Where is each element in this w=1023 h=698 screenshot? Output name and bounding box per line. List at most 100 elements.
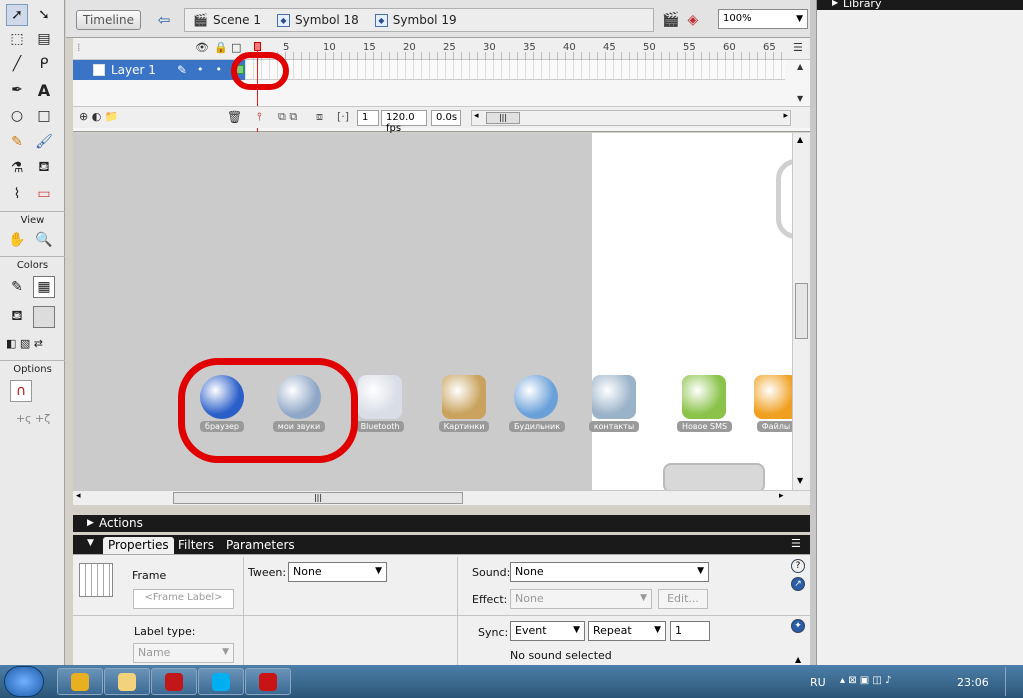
- tab-parameters[interactable]: Parameters: [221, 537, 300, 554]
- panel-splitter[interactable]: [73, 505, 810, 515]
- app-icon-item[interactable]: Новое SMS: [677, 375, 733, 432]
- line-tool-icon[interactable]: ╱: [6, 53, 28, 75]
- accessibility-icon[interactable]: ✦: [791, 619, 805, 633]
- panel-menu-icon[interactable]: ☰: [791, 537, 801, 550]
- oval-tool-icon[interactable]: ○: [6, 105, 28, 127]
- smooth-straighten-icons[interactable]: +ς +ζ: [6, 407, 60, 429]
- clock[interactable]: 23:06: [957, 676, 989, 689]
- stage-vscroll[interactable]: ▲ ▼: [792, 133, 810, 490]
- add-layer-icons[interactable]: ⊕ ◐ 📁: [79, 110, 119, 123]
- stage-canvas[interactable]: [592, 133, 792, 490]
- library-panel-header[interactable]: ▶ Library: [817, 0, 1023, 10]
- chevron-right-icon[interactable]: ▸: [779, 491, 784, 501]
- trash-icon[interactable]: 🗑: [227, 110, 242, 124]
- repeat-select[interactable]: Repeat ▼: [588, 621, 666, 641]
- pencil-tool-icon[interactable]: ✎: [6, 131, 28, 153]
- subselection-tool-icon[interactable]: ➘: [33, 4, 55, 26]
- stage-hscroll[interactable]: ◂ ||| ▸: [73, 490, 810, 505]
- edit-in-place-icon[interactable]: ↗: [791, 577, 805, 591]
- color-swap-icons[interactable]: ◧ ▧ ⇄: [6, 332, 60, 354]
- snap-magnet-icon[interactable]: ∩: [10, 380, 32, 402]
- timeline-vscroll[interactable]: ▲ ▼: [793, 60, 810, 106]
- breadcrumb-symbol[interactable]: ◆ Symbol 18: [269, 13, 367, 27]
- breadcrumb-symbol[interactable]: ◆ Symbol 19: [367, 13, 465, 27]
- tray-icons[interactable]: ▴ ⊠ ▣ ◫ ♪: [840, 675, 891, 686]
- app-icon-item[interactable]: Картинки: [437, 375, 491, 432]
- selection-tool-icon[interactable]: ➚: [6, 4, 28, 26]
- taskbar-app-skype[interactable]: [198, 668, 244, 695]
- stroke-color-icon[interactable]: ✎: [6, 276, 28, 298]
- eyedropper-tool-icon[interactable]: ⌇: [6, 183, 28, 205]
- app-icon-item[interactable]: Будильник: [509, 375, 566, 432]
- timeline-toggle-button[interactable]: Timeline: [76, 10, 141, 30]
- chevron-down-icon[interactable]: ▼: [87, 538, 94, 548]
- chevron-left-icon[interactable]: ◂: [474, 111, 479, 121]
- edit-button[interactable]: Edit...: [658, 589, 708, 609]
- scroll-thumb[interactable]: |||: [173, 492, 463, 504]
- taskbar-app-flash[interactable]: [245, 668, 291, 695]
- edit-multiple-frames-icon[interactable]: ⧈: [316, 110, 323, 124]
- edit-scene-icon[interactable]: 🎬: [662, 12, 679, 28]
- start-button[interactable]: [4, 666, 44, 697]
- sync-select[interactable]: Event ▼: [510, 621, 585, 641]
- breadcrumb-scene[interactable]: 🎬 Scene 1: [185, 13, 269, 27]
- timeline-menu-icon[interactable]: ☰: [793, 41, 803, 54]
- tween-select[interactable]: None ▼: [288, 562, 387, 582]
- text-tool-icon[interactable]: A: [33, 79, 55, 101]
- app-icon-item[interactable]: контакты: [587, 375, 641, 432]
- chevron-down-icon[interactable]: ▼: [797, 476, 803, 485]
- tab-properties[interactable]: Properties: [103, 537, 174, 554]
- chevron-up-icon[interactable]: ▲: [797, 135, 803, 144]
- frame-label-input[interactable]: <Frame Label>: [133, 589, 234, 609]
- fill-color-icon[interactable]: ⛾: [6, 306, 28, 328]
- rectangle-tool-icon[interactable]: □: [33, 105, 55, 127]
- modify-markers-icon[interactable]: [·]: [337, 110, 349, 123]
- free-transform-tool-icon[interactable]: ⬚: [6, 28, 28, 50]
- back-arrow-icon[interactable]: ⇦: [153, 10, 175, 30]
- ink-bottle-tool-icon[interactable]: ⚗: [6, 157, 28, 179]
- fill-color-swatch[interactable]: [33, 306, 55, 328]
- chevron-up-icon[interactable]: ▲: [795, 655, 801, 664]
- pen-tool-icon[interactable]: ✒: [6, 79, 28, 101]
- scroll-thumb[interactable]: [795, 283, 808, 339]
- tab-filters[interactable]: Filters: [173, 537, 219, 554]
- paint-bucket-tool-icon[interactable]: ⛾: [33, 157, 55, 179]
- layer-frames[interactable]: [245, 60, 785, 80]
- layer-row[interactable]: Layer 1 ✎ ••: [73, 60, 245, 80]
- show-desktop-button[interactable]: [1005, 667, 1019, 696]
- brush-tool-icon[interactable]: 🖌: [33, 131, 55, 153]
- taskbar-app-chrome[interactable]: [57, 668, 103, 695]
- onion-skin-icons[interactable]: ⧉ ⧉: [278, 110, 297, 124]
- zoom-select[interactable]: 100% ▼: [718, 9, 808, 29]
- outline-icon[interactable]: □: [231, 41, 241, 54]
- help-icon[interactable]: ?: [791, 559, 805, 573]
- timeline-hscroll[interactable]: ◂ ||| ▸: [471, 110, 791, 126]
- taskbar-app-filezilla[interactable]: [151, 668, 197, 695]
- chevron-left-icon[interactable]: ◂: [76, 491, 81, 501]
- frame-rate-field[interactable]: 120.0 fps: [381, 110, 427, 134]
- zoom-tool-icon[interactable]: 🔍: [33, 229, 55, 251]
- chevron-down-icon[interactable]: ▼: [797, 94, 803, 103]
- label-type-select[interactable]: Name ▼: [133, 643, 234, 663]
- lasso-tool-icon[interactable]: ᑭ: [33, 53, 55, 75]
- sound-select[interactable]: None ▼: [510, 562, 709, 582]
- lock-icon[interactable]: 🔒: [214, 41, 228, 54]
- repeat-count-input[interactable]: 1: [670, 621, 710, 641]
- chevron-right-icon[interactable]: ▸: [783, 111, 788, 121]
- eye-icon[interactable]: 👁: [195, 41, 209, 54]
- layer-visibility-dots[interactable]: ••: [197, 63, 234, 76]
- stroke-color-swatch[interactable]: ▦: [33, 276, 55, 298]
- actions-panel-header[interactable]: ▶ Actions: [73, 515, 810, 532]
- stage-area[interactable]: браузер мои звуки Bluetooth Картинки Будильн…: [73, 133, 810, 505]
- app-icon-item[interactable]: Bluetooth: [353, 375, 407, 432]
- taskbar-app-explorer[interactable]: [104, 668, 150, 695]
- gradient-transform-tool-icon[interactable]: ▤: [33, 28, 55, 50]
- edit-symbols-icon[interactable]: ◈: [687, 12, 698, 28]
- scroll-thumb[interactable]: |||: [486, 112, 520, 124]
- center-frame-icon[interactable]: ⫯: [257, 110, 262, 124]
- language-indicator[interactable]: RU: [810, 676, 826, 689]
- chevron-up-icon[interactable]: ▲: [797, 62, 803, 71]
- hand-tool-icon[interactable]: ✋: [6, 229, 28, 251]
- eraser-tool-icon[interactable]: ▭: [33, 183, 55, 205]
- effect-select[interactable]: None ▼: [510, 589, 652, 609]
